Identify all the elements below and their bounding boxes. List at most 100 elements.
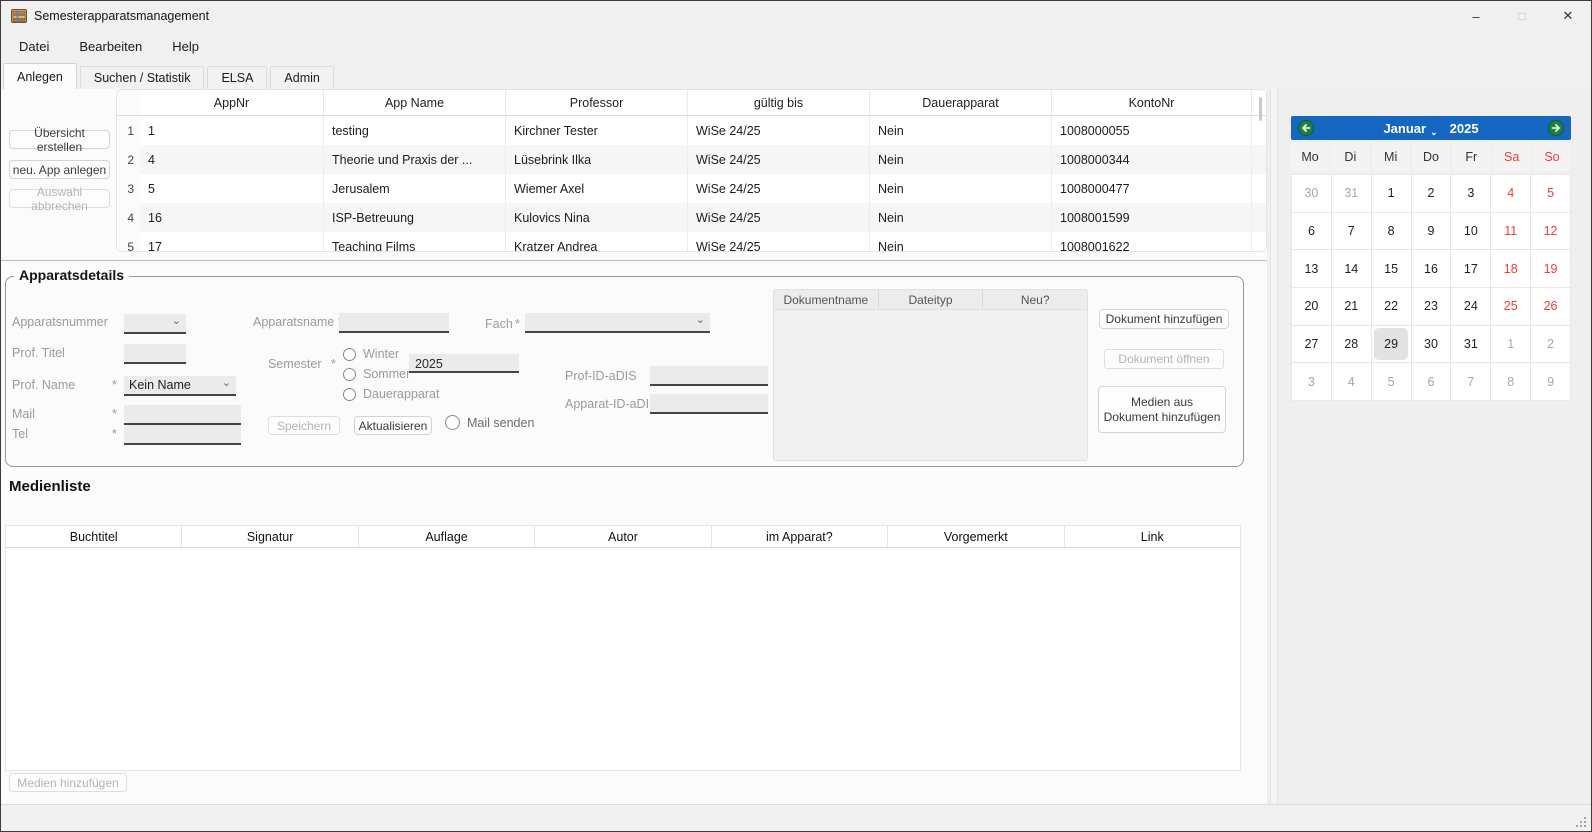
mail-senden-checkbox[interactable]: Mail senden (445, 415, 534, 430)
semester-year-field[interactable]: 2025 (409, 354, 519, 373)
apparatsnummer-select[interactable]: ⌄ (124, 314, 186, 334)
medien-column-header-auflage[interactable]: Auflage (359, 526, 535, 547)
semester-radio-dauerapparat[interactable]: Dauerapparat (343, 387, 439, 401)
table-row[interactable]: 24Theorie und Praxis der ...Lüsebrink Il… (117, 145, 1266, 174)
calendar-date[interactable]: 30 (1292, 175, 1331, 212)
tab-anlegen[interactable]: Anlegen (3, 63, 77, 89)
calendar-prev-button[interactable] (1298, 120, 1314, 136)
column-header-professor[interactable]: Professor (506, 90, 688, 115)
apparatsname-field[interactable] (339, 313, 449, 333)
calendar-date[interactable]: 27 (1292, 326, 1331, 363)
mail-field[interactable] (124, 405, 241, 425)
dokument-oeffnen-button[interactable]: Dokument öffnen (1104, 349, 1224, 369)
calendar-date[interactable]: 2 (1531, 326, 1570, 363)
maximize-button[interactable]: □ (1499, 1, 1545, 31)
tab-suchen-statistik[interactable]: Suchen / Statistik (80, 66, 205, 89)
resize-grip[interactable] (1584, 817, 1586, 819)
doc-column-header-dateityp[interactable]: Dateityp (879, 290, 984, 309)
table-row[interactable]: 517Teaching FilmsKratzer AndreaWiSe 24/2… (117, 232, 1266, 252)
column-header-app-name[interactable]: App Name (324, 90, 506, 115)
calendar-date[interactable]: 4 (1491, 175, 1530, 212)
aktualisieren-button[interactable]: Aktualisieren (354, 416, 432, 435)
calendar-date[interactable]: 16 (1412, 250, 1451, 287)
calendar-date[interactable]: 7 (1332, 213, 1371, 250)
sidebar-button-ubersicht-erstellen[interactable]: Übersicht erstellen (9, 130, 110, 149)
medien-column-header-vorgemerkt[interactable]: Vorgemerkt (888, 526, 1064, 547)
doc-column-header-neu[interactable]: Neu? (983, 290, 1087, 309)
column-header-gultig-bis[interactable]: gültig bis (688, 90, 870, 115)
tab-admin[interactable]: Admin (270, 66, 333, 89)
medien-column-header-link[interactable]: Link (1065, 526, 1240, 547)
tab-elsa[interactable]: ELSA (207, 66, 267, 89)
calendar-date[interactable]: 6 (1292, 213, 1331, 250)
calendar-date[interactable]: 5 (1531, 175, 1570, 212)
minimize-button[interactable]: – (1453, 1, 1499, 31)
calendar-date[interactable]: 2 (1412, 175, 1451, 212)
semester-radio-winter[interactable]: Winter (343, 347, 399, 361)
calendar-date[interactable]: 30 (1412, 326, 1451, 363)
calendar-date[interactable]: 10 (1451, 213, 1490, 250)
tel-field[interactable] (124, 425, 241, 445)
medien-column-header-autor[interactable]: Autor (535, 526, 711, 547)
medien-hinzufuegen-button[interactable]: Medien hinzufügen (9, 773, 127, 792)
table-scrollbar[interactable] (1259, 97, 1262, 121)
prof-id-adis-field[interactable] (650, 366, 768, 386)
calendar-date[interactable]: 19 (1531, 250, 1570, 287)
menu-item-datei[interactable]: Datei (17, 36, 51, 57)
calendar-date[interactable]: 13 (1292, 250, 1331, 287)
calendar-date[interactable]: 9 (1531, 363, 1570, 400)
calendar-date[interactable]: 8 (1491, 363, 1530, 400)
dokument-hinzufuegen-button[interactable]: Dokument hinzufügen (1099, 309, 1229, 329)
menu-item-help[interactable]: Help (170, 36, 201, 57)
calendar-date[interactable]: 7 (1451, 363, 1490, 400)
table-row[interactable]: 416ISP-BetreuungKulovics NinaWiSe 24/25N… (117, 203, 1266, 232)
calendar-date[interactable]: 11 (1491, 213, 1530, 250)
calendar-date[interactable]: 24 (1451, 288, 1490, 325)
vertical-scrollbar[interactable] (1270, 89, 1278, 804)
calendar-month-year[interactable]: Januar⌄2025 (1383, 121, 1478, 136)
medien-column-header-im-apparat[interactable]: im Apparat? (712, 526, 888, 547)
calendar-date[interactable]: 20 (1292, 288, 1331, 325)
fach-select[interactable]: ⌄ (525, 313, 710, 333)
calendar-date[interactable]: 18 (1491, 250, 1530, 287)
calendar-date[interactable]: 21 (1332, 288, 1371, 325)
calendar-date[interactable]: 3 (1451, 175, 1490, 212)
calendar-date[interactable]: 25 (1491, 288, 1530, 325)
calendar-date[interactable]: 28 (1332, 326, 1371, 363)
close-button[interactable]: ✕ (1545, 1, 1591, 31)
semester-radio-sommer[interactable]: Sommer (343, 367, 410, 381)
calendar-date[interactable]: 6 (1412, 363, 1451, 400)
sidebar-button-neu-app-anlegen[interactable]: neu. App anlegen (9, 160, 110, 179)
calendar-date[interactable]: 12 (1531, 213, 1570, 250)
apparat-id-adis-field[interactable] (650, 394, 768, 414)
calendar-date[interactable]: 15 (1372, 250, 1411, 287)
sidebar-button-auswahl-abbrechen[interactable]: Auswahl abbrechen (9, 189, 110, 208)
calendar-date[interactable]: 22 (1372, 288, 1411, 325)
column-header-kontonr[interactable]: KontoNr (1052, 90, 1252, 115)
calendar-date[interactable]: 17 (1451, 250, 1490, 287)
calendar-date[interactable]: 1 (1491, 326, 1530, 363)
calendar-date[interactable]: 1 (1372, 175, 1411, 212)
calendar-date[interactable]: 31 (1332, 175, 1371, 212)
calendar-date[interactable]: 5 (1372, 363, 1411, 400)
medien-aus-dokument-button[interactable]: Medien aus Dokument hinzufügen (1098, 386, 1226, 433)
prof-name-select[interactable]: Kein Name ⌄ (124, 376, 236, 396)
menu-item-bearbeiten[interactable]: Bearbeiten (77, 36, 144, 57)
calendar-date[interactable]: 14 (1332, 250, 1371, 287)
medien-column-header-signatur[interactable]: Signatur (182, 526, 358, 547)
calendar-date[interactable]: 26 (1531, 288, 1570, 325)
calendar-date[interactable]: 4 (1332, 363, 1371, 400)
calendar-date[interactable]: 3 (1292, 363, 1331, 400)
prof-titel-field[interactable] (124, 344, 186, 364)
calendar-date[interactable]: 29 (1372, 326, 1411, 363)
calendar-date[interactable]: 8 (1372, 213, 1411, 250)
table-row[interactable]: 11testingKirchner TesterWiSe 24/25Nein10… (117, 116, 1266, 145)
calendar-date[interactable]: 23 (1412, 288, 1451, 325)
doc-column-header-dokumentname[interactable]: Dokumentname (774, 290, 879, 309)
calendar-next-button[interactable] (1548, 120, 1564, 136)
speichern-button[interactable]: Speichern (268, 416, 340, 435)
column-header-appnr[interactable]: AppNr (140, 90, 324, 115)
column-header-dauerapparat[interactable]: Dauerapparat (870, 90, 1052, 115)
table-row[interactable]: 35JerusalemWiemer AxelWiSe 24/25Nein1008… (117, 174, 1266, 203)
calendar-date[interactable]: 31 (1451, 326, 1490, 363)
